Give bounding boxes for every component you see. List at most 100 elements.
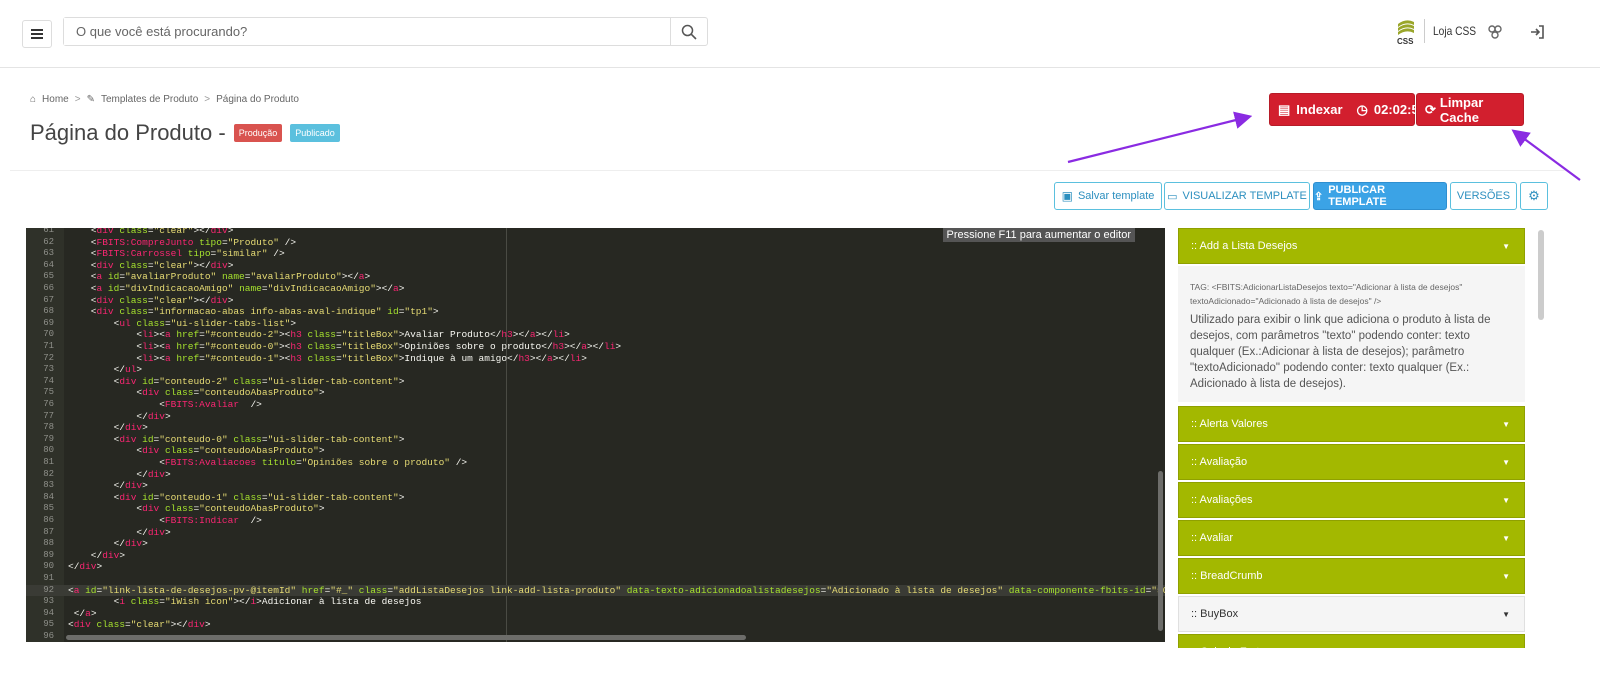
versions-label: VERSÕES [1456, 190, 1511, 202]
search-button[interactable] [670, 18, 707, 45]
code-line: 92 <a id="link-lista-de-desejos-pv-@itemI… [26, 584, 1165, 597]
code-text: </ul> [68, 364, 143, 376]
accordion-item[interactable]: :: Calcula Frete▼ [1178, 634, 1525, 648]
publish-template-button[interactable]: ⇪ PUBLICAR TEMPLATE [1313, 182, 1447, 210]
breadcrumb-separator: > [204, 94, 211, 105]
environment-badge: Produção [233, 124, 283, 142]
line-number: 68 [43, 306, 54, 317]
line-number: 92 [43, 584, 54, 595]
sign-in-icon[interactable] [1529, 24, 1545, 40]
line-number: 96 [43, 631, 54, 641]
preview-label: VISUALIZAR TEMPLATE [1182, 190, 1307, 202]
menu-toggle-button[interactable] [22, 20, 52, 48]
accordion-body: TAG: <FBITS:AdicionarListaDesejos texto=… [1178, 266, 1525, 402]
breadcrumb-home[interactable]: Home [42, 94, 69, 105]
code-text: </div> [68, 468, 171, 480]
code-text: <li><a href="#conteudo-2"><h3 class="tit… [68, 329, 570, 341]
line-number: 70 [43, 329, 54, 340]
accordion-item[interactable]: :: Avaliação ▼ [1178, 444, 1525, 480]
code-text: </div> [68, 561, 103, 573]
accordion-item[interactable]: :: BreadCrumb ▼ [1178, 558, 1525, 594]
code-editor[interactable]: 61 <div class="clear"></div> 62 <FBITS:Co… [26, 228, 1165, 642]
code-line: 64 <div class="clear"></div> [26, 260, 1165, 272]
accordion-item[interactable]: :: Avaliações ▼ [1178, 482, 1525, 518]
code-text: <a id="divIndicacaoAmigo" name="divIndic… [68, 283, 405, 294]
line-number: 73 [43, 364, 54, 375]
code-text: <div class="informacao-abas info-abas-av… [68, 306, 439, 318]
caret-down-icon: ▼ [1502, 533, 1510, 543]
caret-down-icon: ▼ [1502, 609, 1510, 619]
code-line: 63 <FBITS:Carrossel tipo="similar" /> [26, 248, 1165, 260]
accordion-label: :: Avaliação [1191, 456, 1248, 468]
accordion-label: :: BreadCrumb [1191, 570, 1263, 582]
line-number: 76 [43, 399, 54, 409]
code-line: 95 <div class="clear"></div> [26, 619, 1165, 631]
code-text: <ul class="ui-slider-tabs-list"> [68, 317, 297, 329]
save-template-button[interactable]: ▣ Salvar template [1054, 182, 1162, 210]
line-number: 81 [43, 457, 54, 467]
component-description: Utilizado para exibir o link que adicion… [1190, 314, 1491, 390]
line-number: 80 [43, 445, 54, 456]
accordion-item[interactable]: :: Avaliar ▼ [1178, 520, 1525, 556]
top-bar: CSS Loja CSS [0, 0, 1600, 68]
line-number: 63 [43, 248, 54, 259]
horizontal-scrollbar[interactable] [66, 635, 746, 640]
code-text: </div> [68, 410, 171, 422]
code-text: <div class="conteudoAbasProduto"> [68, 445, 325, 457]
code-line: 82 </div> [26, 469, 1165, 481]
code-line: 78 </div> [26, 422, 1165, 434]
code-line: 70 <li><a href="#conteudo-2"><h3 class="… [26, 329, 1165, 341]
preview-template-button[interactable]: ▭ VISUALIZAR TEMPLATE [1164, 182, 1310, 210]
accordion-item[interactable]: :: Alerta Valores ▼ [1178, 406, 1525, 442]
code-text: </div> [68, 480, 148, 492]
store-brand[interactable]: CSS Loja CSS [1396, 16, 1484, 46]
code-line: 77 </div> [26, 411, 1165, 423]
sidebar-scrollbar[interactable] [1538, 230, 1544, 320]
search-input[interactable] [64, 18, 670, 45]
status-badge: Publicado [290, 124, 340, 142]
code-text: <div class="conteudoAbasProduto"> [68, 503, 325, 515]
share-network-icon[interactable] [1487, 24, 1503, 40]
line-number: 91 [43, 573, 54, 583]
line-number: 61 [43, 228, 54, 235]
upload-icon: ⇪ [1314, 190, 1324, 203]
code-text: <a id="avaliarProduto" name="avaliarProd… [68, 271, 371, 283]
arrow-to-index [1067, 111, 1253, 164]
line-number: 67 [43, 294, 54, 305]
monitor-icon: ▭ [1167, 190, 1178, 203]
settings-button[interactable]: ⚙ [1520, 182, 1548, 210]
line-number: 75 [43, 387, 54, 398]
vertical-scrollbar[interactable] [1158, 471, 1163, 631]
page-header: Página do Produto - Produção Publicado [30, 120, 340, 146]
search-icon [681, 24, 697, 40]
store-name: Loja CSS [1433, 24, 1477, 38]
search-box [63, 17, 708, 46]
caret-down-icon: ▼ [1502, 495, 1510, 505]
breadcrumb-templates[interactable]: Templates de Produto [101, 94, 198, 105]
code-text: </div> [68, 526, 171, 538]
code-text: <li><a href="#conteudo-1"><h3 class="tit… [68, 352, 587, 364]
code-line: 66 <a id="divIndicacaoAmigo" name="divIn… [26, 283, 1165, 295]
caret-down-icon: ▼ [1502, 648, 1510, 649]
accordion-header-open[interactable]: :: Add a Lista Desejos ▼ [1178, 228, 1525, 264]
versions-button[interactable]: VERSÕES [1450, 182, 1517, 210]
code-text: <FBITS:Avaliar /> [68, 399, 262, 410]
caret-down-icon: ▼ [1502, 241, 1510, 251]
line-number: 78 [43, 422, 54, 433]
code-line: 87 </div> [26, 527, 1165, 539]
accordion-item[interactable]: :: BuyBox ▼ [1178, 596, 1525, 632]
code-line: 74 <div id="conteudo-2" class="ui-slider… [26, 376, 1165, 388]
accordion-label: :: BuyBox [1191, 608, 1239, 620]
accordion-label: :: Avaliações [1191, 494, 1253, 506]
brand-divider [1424, 19, 1425, 43]
line-number: 83 [43, 480, 54, 491]
page-title: Página do Produto - [30, 120, 226, 145]
edit-icon: ✎ [86, 94, 95, 105]
code-line: 73 </ul> [26, 364, 1165, 376]
code-text: <div class="clear"></div> [68, 259, 234, 271]
line-number: 84 [43, 491, 54, 502]
code-line: 83 </div> [26, 480, 1165, 492]
code-text: <div class="conteudoAbasProduto"> [68, 387, 325, 399]
code-text: </a> [68, 607, 97, 619]
code-text: <FBITS:Carrossel tipo="similar" /> [68, 248, 285, 260]
